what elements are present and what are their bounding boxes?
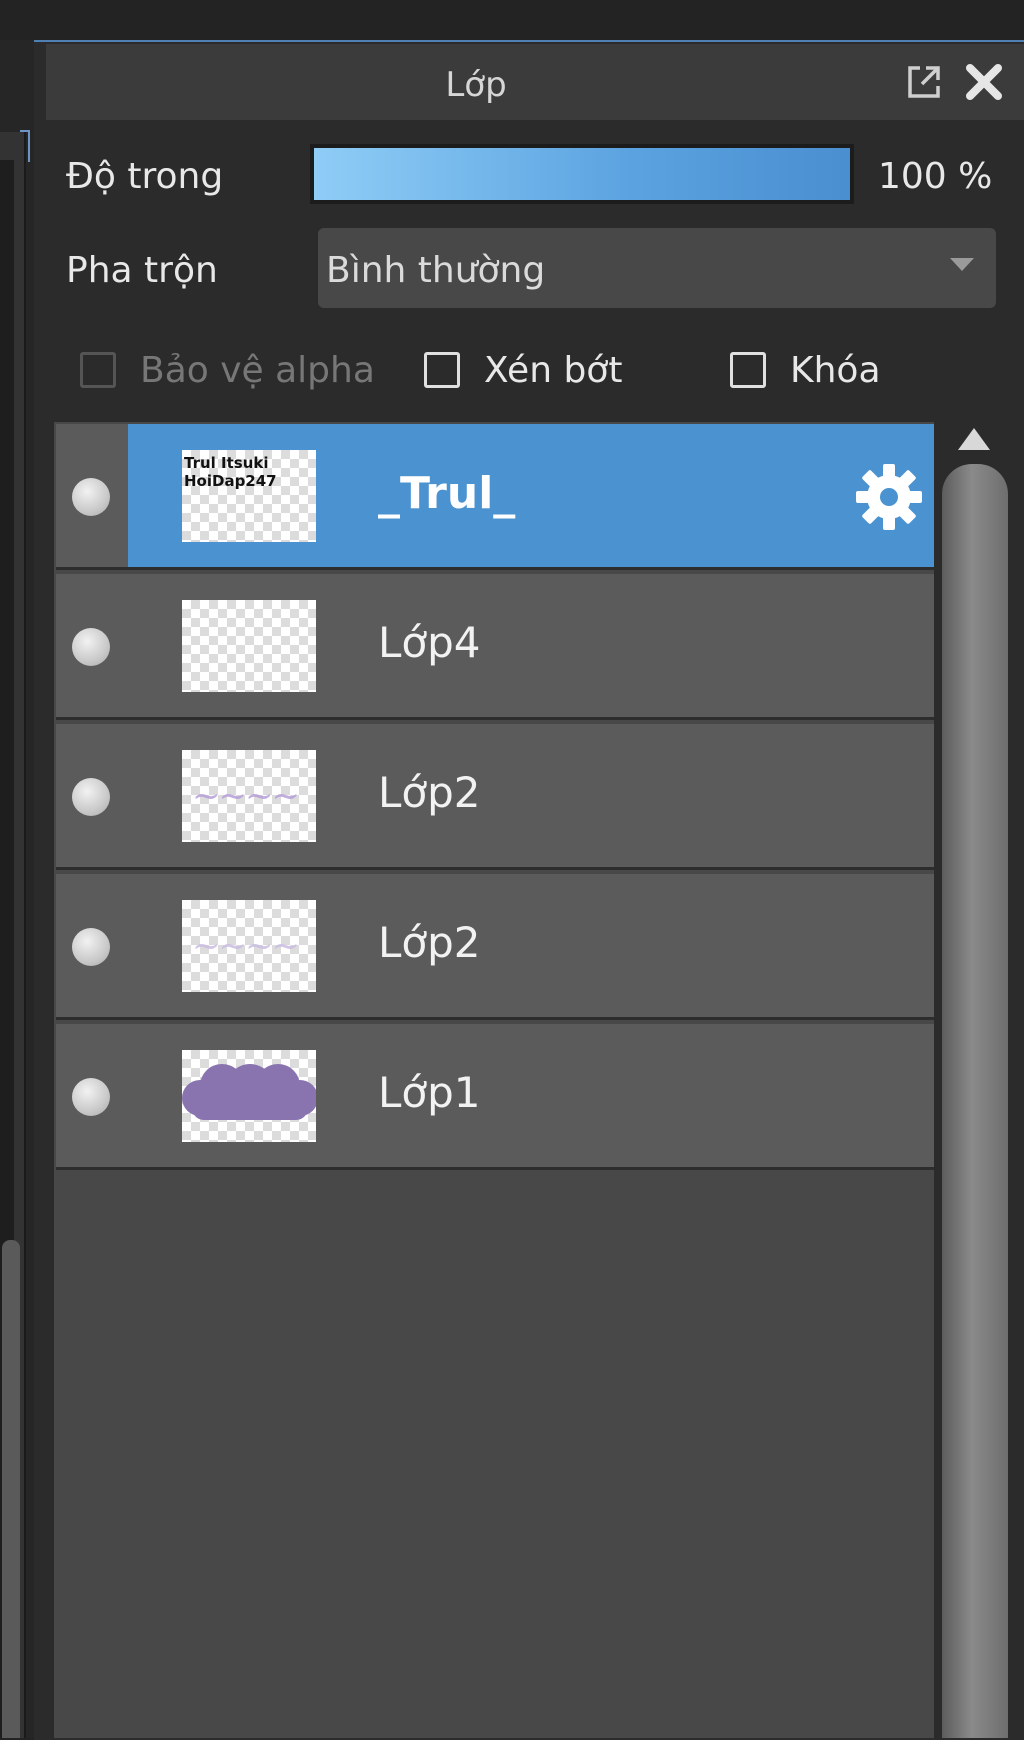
visibility-toggle[interactable]: [72, 928, 110, 966]
layer-thumbnail: [182, 1050, 316, 1142]
clipping-checkbox[interactable]: [424, 352, 460, 388]
layer-name: Lớp1: [378, 1068, 481, 1117]
blend-mode-label: Pha trộn: [66, 250, 218, 291]
panel-title: Lớp: [445, 65, 507, 105]
thumbnail-artwork: ~~~~: [192, 776, 300, 816]
thumbnail-text: Trul Itsuki HoiDap247: [184, 454, 277, 490]
scroll-up-arrow-icon[interactable]: [958, 428, 990, 450]
close-icon[interactable]: [962, 60, 1006, 104]
visibility-toggle[interactable]: [72, 478, 110, 516]
layer-thumbnail: Trul Itsuki HoiDap247: [182, 450, 316, 542]
adjacent-scrollbar-thumb[interactable]: [2, 1240, 20, 1738]
popout-icon[interactable]: [904, 62, 944, 102]
layer-name: Lớp2: [378, 918, 481, 967]
layer-row[interactable]: Lớp4: [56, 574, 934, 720]
layer-name: _Trul_: [378, 468, 516, 519]
blend-mode-value: Bình thường: [326, 250, 546, 291]
clipping-label: Xén bớt: [484, 350, 623, 391]
cloud-artwork: [182, 1064, 316, 1120]
thumbnail-artwork: ~~~~: [192, 926, 300, 966]
scrollbar-thumb[interactable]: [942, 464, 1008, 1738]
visibility-toggle[interactable]: [72, 628, 110, 666]
gear-icon[interactable]: [852, 460, 926, 534]
protect-alpha-label: Bảo vệ alpha: [140, 350, 375, 391]
layer-name: Lớp4: [378, 618, 481, 667]
opacity-label: Độ trong: [66, 156, 224, 197]
lock-checkbox[interactable]: [730, 352, 766, 388]
visibility-toggle[interactable]: [72, 778, 110, 816]
layer-row[interactable]: Trul Itsuki HoiDap247 _Trul_: [56, 424, 934, 570]
layer-row[interactable]: ~~~~ Lớp2: [56, 724, 934, 870]
opacity-slider-fill: [314, 148, 850, 200]
lock-label: Khóa: [790, 350, 881, 391]
layer-thumbnail: ~~~~: [182, 900, 316, 992]
layer-thumbnail: ~~~~: [182, 750, 316, 842]
layer-row[interactable]: ~~~~ Lớp2: [56, 874, 934, 1020]
opacity-value: 100 %: [878, 156, 993, 197]
adjacent-panel-edge: [0, 0, 34, 1738]
layer-thumbnail: [182, 600, 316, 692]
layer-name: Lớp2: [378, 768, 481, 817]
layer-row[interactable]: Lớp1: [56, 1024, 934, 1170]
visibility-toggle[interactable]: [72, 1078, 110, 1116]
protect-alpha-checkbox[interactable]: [80, 352, 116, 388]
chevron-down-icon[interactable]: [950, 258, 974, 271]
opacity-slider[interactable]: [310, 144, 854, 204]
